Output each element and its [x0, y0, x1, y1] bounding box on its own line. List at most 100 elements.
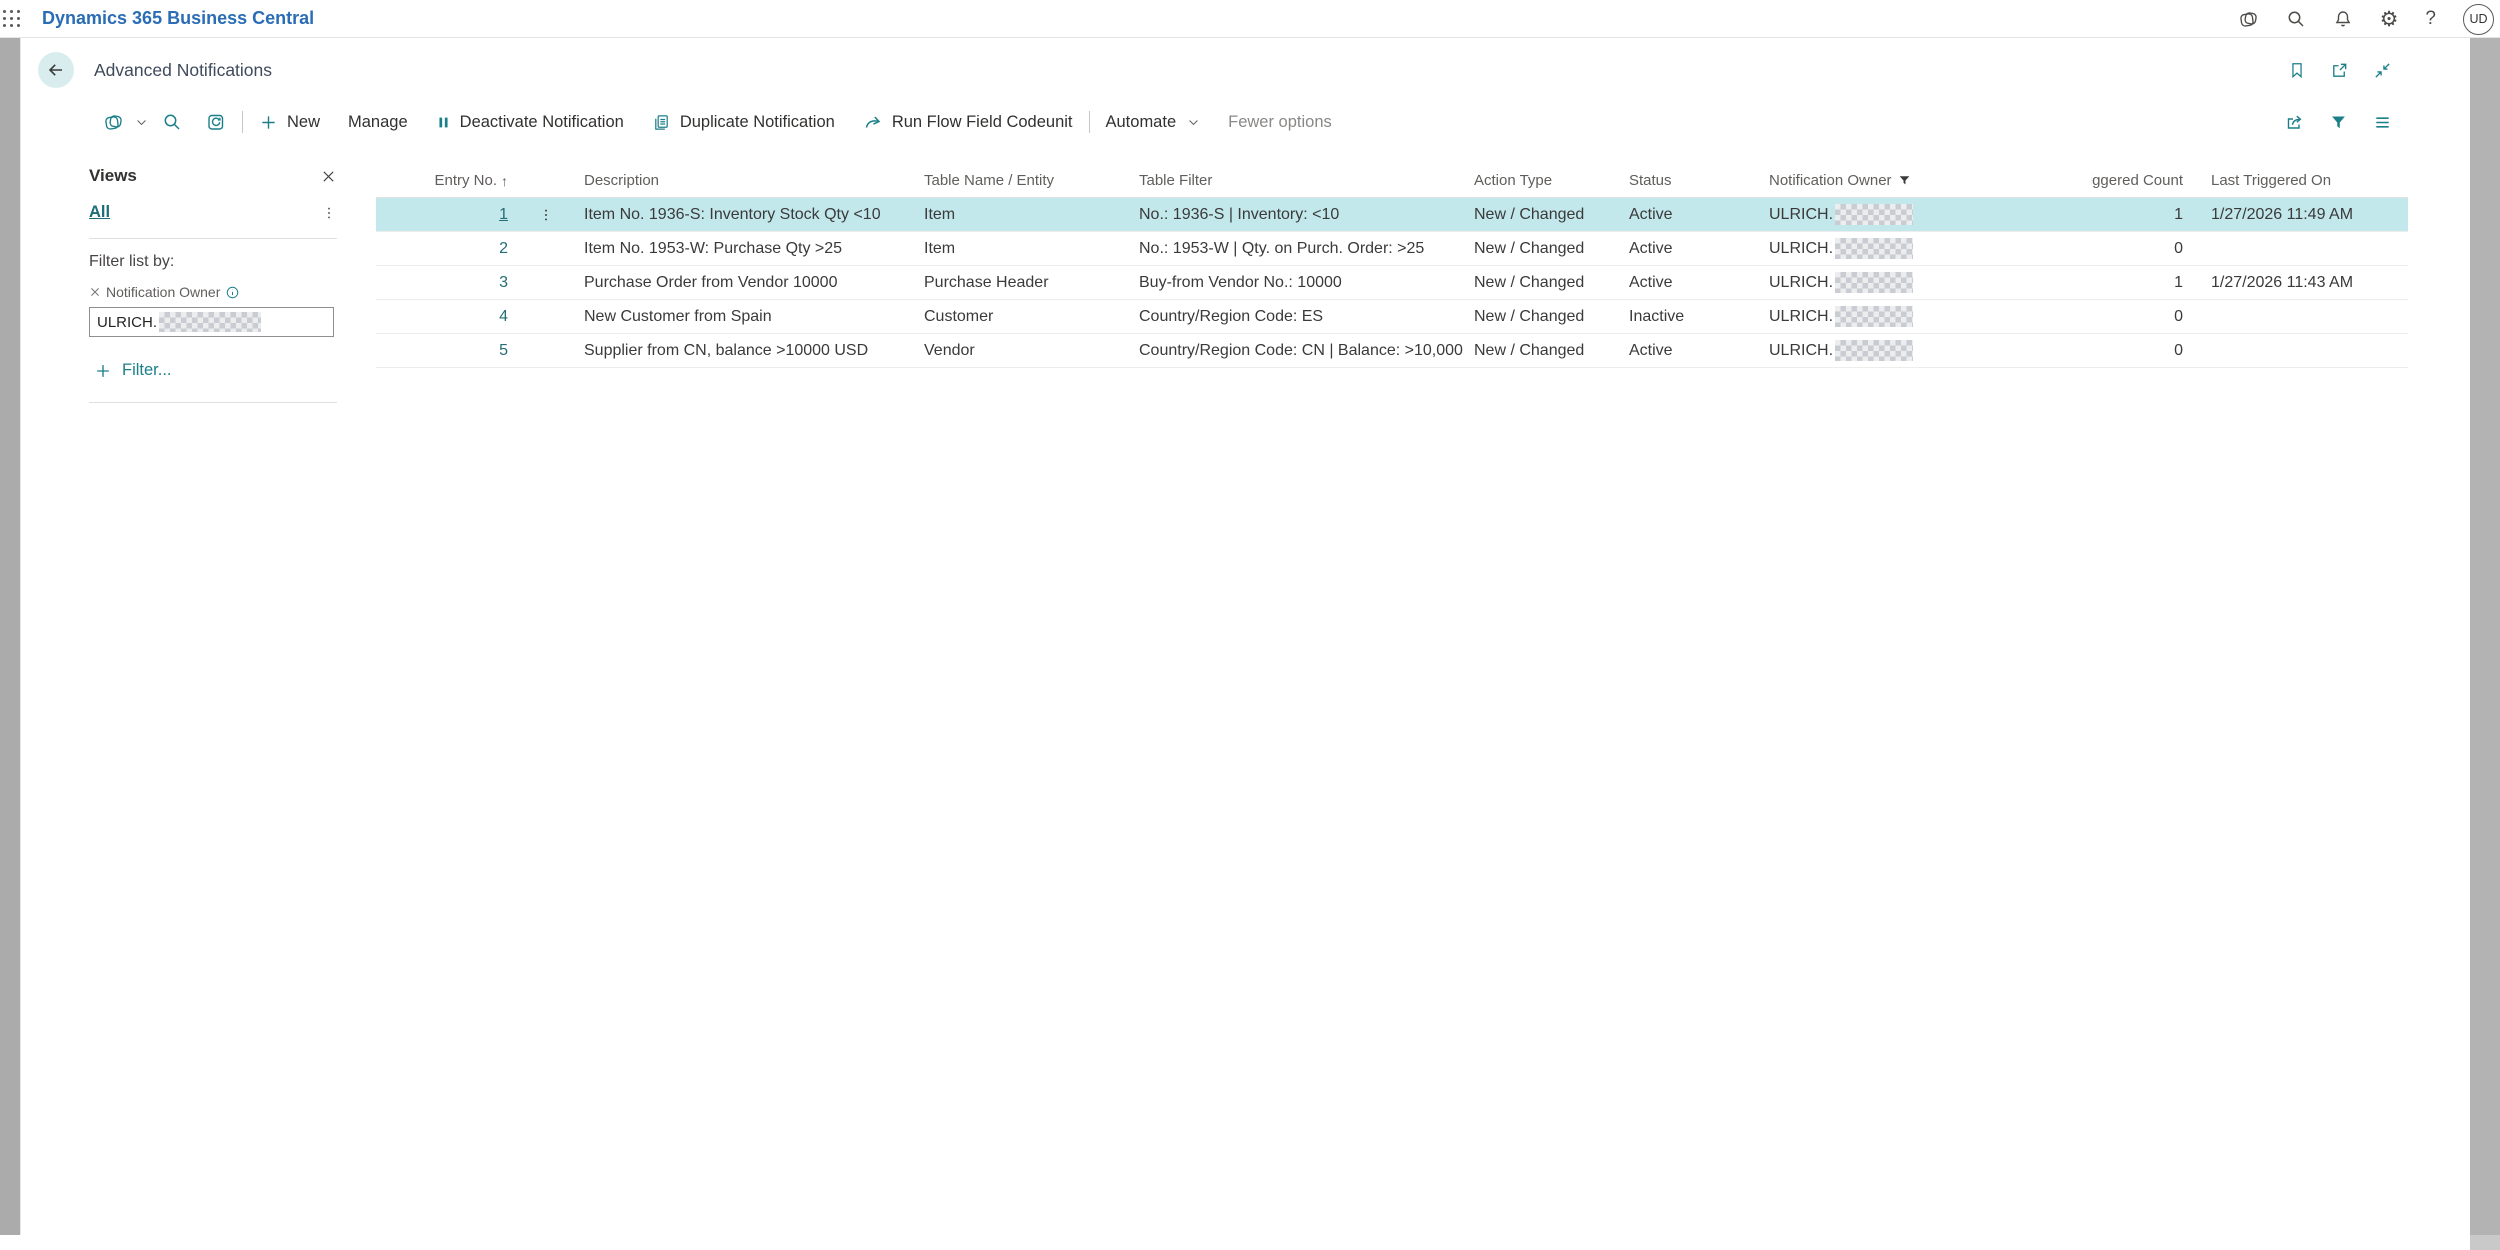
action-toolbar: New Manage Deactivate Notification Dupli… — [21, 102, 2470, 142]
page-header: Advanced Notifications — [21, 38, 2470, 102]
app-title[interactable]: Dynamics 365 Business Central — [42, 8, 314, 29]
close-icon[interactable] — [320, 168, 337, 185]
automate-menu-button[interactable]: Automate — [1106, 113, 1201, 132]
redacted-owner — [1835, 204, 1913, 225]
table-name-cell: Customer — [916, 308, 1131, 326]
run-flow-button-label: Run Flow Field Codeunit — [892, 113, 1073, 132]
table-row[interactable]: 4 New Customer from Spain Customer Count… — [376, 300, 2408, 334]
column-header-description[interactable]: Description — [576, 172, 916, 189]
entry-no-link[interactable]: 1 — [499, 206, 508, 224]
remove-filter-x-icon[interactable] — [89, 286, 101, 298]
description-cell: Item No. 1953-W: Purchase Qty >25 — [576, 240, 916, 258]
last-triggered-cell: 1/27/2026 11:49 AM — [2191, 206, 2408, 224]
owner-cell: ULRICH. — [1761, 306, 2091, 327]
new-button-label: New — [287, 113, 320, 132]
column-header-last-triggered-on[interactable]: Last Triggered On — [2191, 172, 2408, 189]
entry-no-link[interactable]: 5 — [499, 342, 508, 360]
back-button[interactable] — [38, 52, 74, 88]
settings-gear-icon[interactable]: ⚙ — [2380, 9, 2399, 30]
open-in-new-window-icon[interactable] — [2330, 61, 2349, 80]
entry-no-link[interactable]: 2 — [499, 240, 508, 258]
view-options-dots-icon[interactable] — [321, 205, 337, 221]
fewer-options-label: Fewer options — [1228, 113, 1332, 132]
column-header-status[interactable]: Status — [1621, 172, 1761, 189]
fewer-options-button[interactable]: Fewer options — [1228, 113, 1332, 132]
table-filter-cell: Country/Region Code: CN | Balance: >10,0… — [1131, 342, 1466, 360]
search-list-icon[interactable] — [162, 112, 182, 132]
triggered-count-cell: 0 — [2091, 342, 2191, 360]
table-filter-cell: No.: 1936-S | Inventory: <10 — [1131, 206, 1466, 224]
column-header-entry-no[interactable]: Entry No.↑ — [376, 172, 516, 189]
analysis-mode-icon[interactable] — [206, 112, 226, 132]
redacted-filter-value — [159, 312, 261, 332]
action-type-cell: New / Changed — [1466, 206, 1621, 224]
last-triggered-cell: 1/27/2026 11:43 AM — [2191, 274, 2408, 292]
owner-cell: ULRICH. — [1761, 340, 2091, 361]
view-item-all[interactable]: All — [89, 203, 110, 222]
page-title: Advanced Notifications — [94, 60, 272, 81]
filter-list-by-label: Filter list by: — [89, 253, 337, 271]
status-cell: Active — [1621, 206, 1761, 224]
action-type-cell: New / Changed — [1466, 308, 1621, 326]
manage-button-label: Manage — [348, 113, 408, 132]
left-gutter — [0, 38, 20, 1235]
column-header-action-type[interactable]: Action Type — [1466, 172, 1621, 189]
table-row[interactable]: 3 Purchase Order from Vendor 10000 Purch… — [376, 266, 2408, 300]
bookmark-icon[interactable] — [2288, 61, 2306, 79]
collapse-icon[interactable] — [2373, 61, 2392, 80]
redacted-owner — [1835, 340, 1913, 361]
owner-cell: ULRICH. — [1761, 272, 2091, 293]
table-row[interactable]: 2 Item No. 1953-W: Purchase Qty >25 Item… — [376, 232, 2408, 266]
table-name-cell: Purchase Header — [916, 274, 1131, 292]
row-menu-dots-icon[interactable] — [538, 207, 554, 223]
help-icon[interactable]: ? — [2425, 8, 2436, 30]
plus-icon — [94, 362, 112, 380]
status-cell: Active — [1621, 240, 1761, 258]
table-row[interactable]: 1 Item No. 1936-S: Inventory Stock Qty <… — [376, 198, 2408, 232]
deactivate-notification-button[interactable]: Deactivate Notification — [436, 113, 624, 132]
filter-funnel-icon[interactable] — [2330, 114, 2347, 131]
filter-input-value: ULRICH. — [97, 314, 157, 331]
column-header-table-name[interactable]: Table Name / Entity — [916, 172, 1131, 189]
bottom-strip — [0, 1235, 2470, 1250]
notifications-bell-icon[interactable] — [2333, 9, 2353, 29]
column-header-notification-owner[interactable]: Notification Owner — [1761, 172, 2091, 189]
new-button[interactable]: New — [259, 113, 320, 132]
column-header-table-filter[interactable]: Table Filter — [1131, 172, 1466, 189]
status-cell: Active — [1621, 342, 1761, 360]
table-row[interactable]: 5 Supplier from CN, balance >10000 USD V… — [376, 334, 2408, 368]
list-layout-icon[interactable] — [2373, 113, 2392, 132]
user-avatar[interactable]: UD — [2463, 4, 2494, 35]
app-bar: Dynamics 365 Business Central ⚙ ? UD — [0, 0, 2500, 38]
table-header-row: Entry No.↑ Description Table Name / Enti… — [376, 164, 2408, 198]
description-cell: Item No. 1936-S: Inventory Stock Qty <10 — [576, 206, 916, 224]
entry-no-link[interactable]: 3 — [499, 274, 508, 292]
copilot-icon — [103, 112, 124, 133]
plus-icon — [259, 113, 278, 132]
duplicate-notification-button[interactable]: Duplicate Notification — [652, 113, 835, 132]
copy-pages-icon — [652, 113, 671, 132]
toolbar-right-actions — [2284, 102, 2392, 142]
filter-chip-label: Notification Owner — [106, 284, 220, 300]
search-icon[interactable] — [2286, 9, 2306, 29]
triggered-count-cell: 0 — [2091, 308, 2191, 326]
share-icon[interactable] — [2284, 112, 2304, 132]
info-icon[interactable] — [225, 285, 240, 300]
app-launcher-waffle-icon[interactable] — [3, 10, 20, 27]
page-header-actions — [2288, 38, 2392, 102]
chevron-down-icon — [135, 116, 148, 129]
description-cell: Supplier from CN, balance >10000 USD — [576, 342, 916, 360]
notification-owner-filter-input[interactable]: ULRICH. — [89, 307, 334, 337]
description-cell: New Customer from Spain — [576, 308, 916, 326]
copilot-icon[interactable] — [2238, 9, 2259, 30]
triggered-count-cell: 0 — [2091, 240, 2191, 258]
column-header-triggered-count[interactable]: Triggered Count — [2091, 172, 2191, 189]
add-filter-button[interactable]: Filter... — [89, 361, 337, 380]
entry-no-link[interactable]: 4 — [499, 308, 508, 326]
manage-button[interactable]: Manage — [348, 113, 408, 132]
column-filter-funnel-icon — [1898, 174, 1911, 187]
copilot-menu-button[interactable] — [103, 112, 148, 133]
redacted-owner — [1835, 238, 1913, 259]
views-filter-panel: Views All Filter list by: Notification O… — [89, 166, 337, 403]
run-flow-field-codeunit-button[interactable]: Run Flow Field Codeunit — [863, 112, 1073, 132]
